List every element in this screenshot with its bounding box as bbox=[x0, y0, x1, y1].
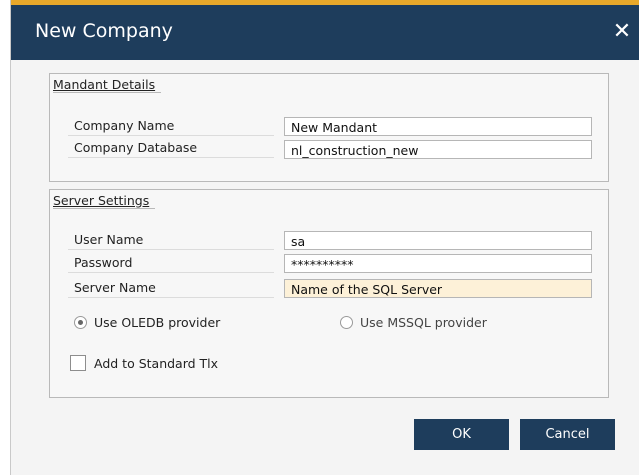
server-settings-legend: Server Settings bbox=[53, 193, 156, 209]
dialog-title: New Company bbox=[35, 20, 173, 42]
password-input[interactable]: ********** bbox=[284, 254, 592, 273]
user-name-input[interactable]: sa bbox=[284, 231, 592, 250]
mandant-details-legend: Mandant Details bbox=[53, 77, 162, 93]
mssql-provider-radio[interactable]: Use MSSQL provider bbox=[340, 315, 487, 330]
add-to-standard-checkbox[interactable]: Add to Standard Tlx bbox=[70, 355, 218, 371]
server-name-label: Server Name bbox=[68, 278, 274, 298]
radio-selected-icon bbox=[74, 316, 87, 329]
oledb-provider-label: Use OLEDB provider bbox=[94, 315, 221, 330]
cancel-button[interactable]: Cancel bbox=[520, 419, 615, 450]
password-label: Password bbox=[68, 253, 274, 273]
oledb-provider-radio[interactable]: Use OLEDB provider bbox=[74, 315, 220, 330]
company-name-label: Company Name bbox=[68, 116, 274, 136]
server-settings-group: Server Settings User Name sa Password **… bbox=[49, 189, 609, 398]
title-bar[interactable]: New Company ✕ bbox=[11, 5, 639, 60]
company-database-label: Company Database bbox=[68, 138, 274, 158]
ok-button[interactable]: OK bbox=[414, 419, 509, 450]
company-database-input[interactable]: nl_construction_new bbox=[284, 140, 592, 159]
close-icon[interactable]: ✕ bbox=[610, 19, 634, 44]
radio-unselected-icon bbox=[340, 316, 353, 329]
new-company-dialog: New Company ✕ Mandant Details Company Na… bbox=[10, 0, 639, 475]
user-name-label: User Name bbox=[68, 230, 274, 250]
checkbox-icon bbox=[70, 355, 86, 371]
company-name-input[interactable]: New Mandant bbox=[284, 117, 592, 136]
mssql-provider-label: Use MSSQL provider bbox=[360, 315, 487, 330]
add-to-standard-label: Add to Standard Tlx bbox=[94, 355, 219, 371]
server-name-input[interactable]: Name of the SQL Server bbox=[284, 279, 592, 298]
mandant-details-group: Mandant Details Company Name New Mandant… bbox=[49, 73, 609, 182]
